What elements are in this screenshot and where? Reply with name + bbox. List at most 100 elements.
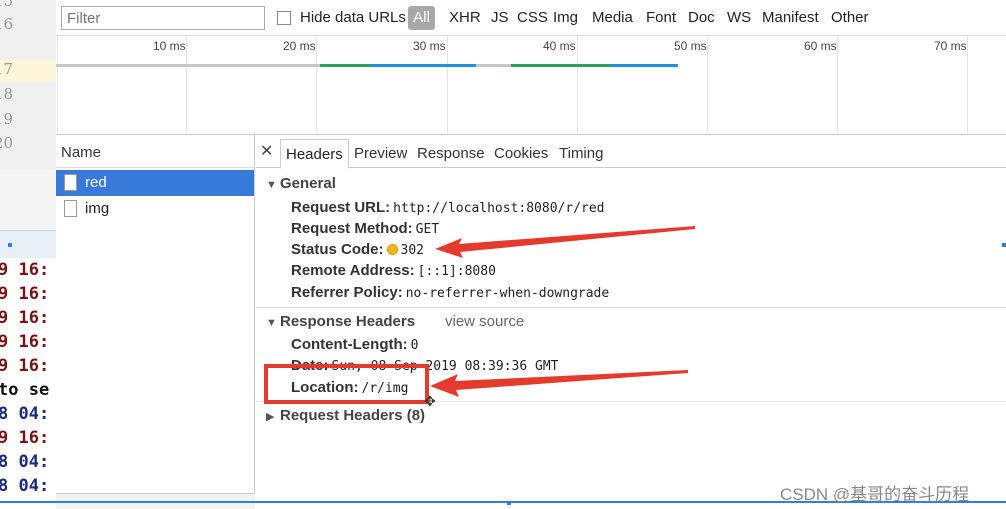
move-cursor-icon: ✥ (424, 393, 436, 409)
general-section-toggle[interactable]: ▼ General (266, 175, 336, 192)
timeline-bar-download (610, 64, 678, 67)
request-headers-toggle[interactable]: ▶ Request Headers (8) (266, 407, 425, 424)
header-value: GET (415, 222, 440, 237)
request-list: Name red img (56, 135, 255, 509)
view-source-link[interactable]: view source (445, 313, 524, 330)
editor-pane: 15 16 17 18 19 20 9 16: 9 16: 9 16: 9 16… (0, 0, 56, 509)
header-key: Request Method: (291, 220, 413, 237)
timeline-bar-stalled (476, 64, 511, 67)
header-value: [::1]:8080 (417, 264, 496, 279)
hide-data-urls-label: Hide data URLs (300, 9, 406, 26)
tab-response[interactable]: Response (417, 145, 485, 162)
header-key: Remote Address: (291, 262, 415, 279)
header-key: Request URL: (291, 199, 391, 216)
timeline-gridline (57, 36, 58, 133)
console-line: to se (0, 380, 50, 400)
console-output: 9 16: 9 16: 9 16: 9 16: 9 16: to se 8 04… (0, 258, 56, 509)
line-number: 17 (0, 60, 56, 82)
timeline-gridline (967, 36, 968, 133)
filter-input[interactable] (61, 6, 265, 30)
timeline-tick: 70 ms (934, 39, 967, 53)
timeline-gridline (577, 36, 578, 133)
request-detail: ✕ Headers Preview Response Cookies Timin… (256, 135, 1006, 509)
request-row-img[interactable]: img (56, 196, 254, 222)
triangle-right-icon: ▶ (266, 411, 275, 423)
line-number-gutter: 15 16 17 18 19 20 (0, 0, 56, 170)
triangle-down-icon: ▼ (266, 179, 277, 191)
line-number: 18 (0, 85, 14, 103)
tab-timing[interactable]: Timing (559, 145, 603, 162)
header-key: Status Code: (291, 241, 384, 258)
console-line: 9 16: (0, 356, 50, 376)
request-headers-title: Request Headers (8) (280, 407, 426, 424)
close-icon[interactable]: ✕ (260, 141, 273, 161)
timeline-tick: 20 ms (283, 39, 316, 53)
header-value: 0 (410, 338, 419, 353)
header-row: Referrer Policy: no-referrer-when-downgra… (291, 284, 609, 301)
annotation-highlight-box (264, 364, 429, 404)
header-row: Content-Length: 0 (291, 336, 418, 353)
filter-type-ws[interactable]: WS (727, 9, 751, 26)
filter-type-css[interactable]: CSS (517, 9, 548, 26)
header-key: Content-Length: (291, 336, 408, 353)
console-line: 9 16: (0, 332, 50, 352)
request-name: red (85, 174, 107, 191)
header-value: no-referrer-when-downgrade (405, 286, 610, 301)
name-column-header[interactable]: Name (56, 135, 255, 168)
filter-type-doc[interactable]: Doc (688, 9, 715, 26)
section-divider (256, 307, 1006, 308)
console-line: 9 16: (0, 284, 50, 304)
selection-handle (8, 243, 12, 247)
header-row: Status Code: 302 (291, 241, 424, 258)
line-number: 15 (0, 0, 14, 10)
filter-type-font[interactable]: Font (646, 9, 676, 26)
header-key: Referrer Policy: (291, 284, 403, 301)
timeline-tick: 30 ms (413, 39, 446, 53)
timeline-tick: 10 ms (153, 39, 186, 53)
timeline-bar-waiting (511, 64, 610, 67)
timeline-gridline (447, 36, 448, 133)
hide-data-urls-checkbox[interactable] (277, 11, 291, 25)
status-dot-icon (386, 244, 398, 255)
header-row: Request URL: http://localhost:8080/r/red (291, 199, 605, 216)
header-value: 302 (400, 243, 424, 258)
line-number: 16 (0, 15, 14, 33)
tab-cookies[interactable]: Cookies (494, 145, 548, 162)
timeline-bar-waiting (320, 64, 370, 67)
request-row-red[interactable]: red (56, 170, 254, 196)
console-line: 9 16: (0, 260, 50, 280)
filter-type-manifest[interactable]: Manifest (762, 9, 819, 26)
filter-type-media[interactable]: Media (592, 9, 633, 26)
line-number: 20 (0, 134, 14, 152)
console-line: 9 16: (0, 308, 50, 328)
response-headers-title: Response Headers (280, 313, 416, 330)
console-line: 8 04: (0, 404, 50, 424)
timeline-tick: 40 ms (543, 39, 576, 53)
filter-type-js[interactable]: JS (491, 9, 509, 26)
filter-type-all[interactable]: All (408, 6, 435, 30)
filter-type-other[interactable]: Other (831, 9, 869, 26)
console-line: 8 04: (0, 452, 50, 472)
header-row: Remote Address: [::1]:8080 (291, 262, 496, 279)
general-section-title: General (280, 175, 336, 192)
tab-headers[interactable]: Headers (280, 139, 349, 169)
timeline-bar-download (370, 64, 476, 67)
tab-preview[interactable]: Preview (354, 145, 407, 162)
filter-type-img[interactable]: Img (553, 9, 578, 26)
timeline-gridline (837, 36, 838, 133)
timeline-gridline (707, 36, 708, 133)
network-timeline[interactable]: 10 ms 20 ms 30 ms 40 ms 50 ms 60 ms 70 m… (56, 36, 1006, 135)
selection-handle (1002, 243, 1006, 247)
timeline-bar-stalled (56, 64, 320, 67)
watermark-text: CSDN @基哥的奋斗历程 (780, 485, 970, 504)
timeline-tick: 60 ms (804, 39, 837, 53)
document-icon (64, 174, 77, 191)
header-value: http://localhost:8080/r/red (393, 201, 605, 216)
header-row: Request Method: GET (291, 220, 439, 237)
line-number: 19 (0, 110, 14, 128)
filter-type-xhr[interactable]: XHR (449, 9, 481, 26)
triangle-down-icon: ▼ (266, 317, 277, 329)
filter-toolbar: Hide data URLs All XHR JS CSS Img Media … (56, 0, 1006, 36)
response-headers-toggle[interactable]: ▼ Response Headers (266, 313, 415, 330)
detail-tabbar: ✕ Headers Preview Response Cookies Timin… (256, 135, 1006, 169)
